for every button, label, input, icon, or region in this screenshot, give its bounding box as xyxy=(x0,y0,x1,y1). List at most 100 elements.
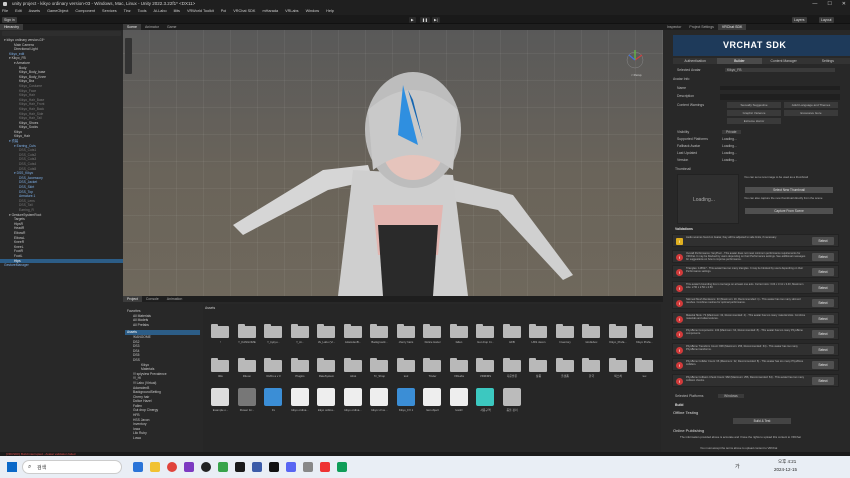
step-button[interactable]: ▶| xyxy=(432,16,440,23)
project-breadcrumb[interactable]: Assets xyxy=(205,306,215,310)
menu-item-9[interactable]: lilits xyxy=(174,8,180,15)
menu-item-5[interactable]: Services xyxy=(102,8,117,15)
pause-button[interactable]: ❚❚ xyxy=(420,16,430,23)
opera-icon[interactable] xyxy=(167,462,177,472)
tab-hierarchy[interactable]: Hierarchy xyxy=(0,24,23,30)
validation-select-button[interactable]: Select xyxy=(812,268,834,276)
folder-icon[interactable] xyxy=(608,358,627,372)
folder-icon[interactable] xyxy=(370,358,388,372)
folder-icon[interactable] xyxy=(502,324,521,338)
sdk-tab-authentication[interactable]: Authentication xyxy=(673,58,718,64)
folder-icon[interactable] xyxy=(317,324,335,338)
sdk-tab-content-manager[interactable]: Content Manager xyxy=(761,58,806,64)
description-input[interactable] xyxy=(720,94,840,100)
discord-icon[interactable] xyxy=(286,462,296,472)
menu-item-0[interactable]: File xyxy=(2,8,8,15)
validation-select-button[interactable]: Select xyxy=(812,252,834,261)
folder-icon[interactable] xyxy=(237,358,256,372)
menu-item-8[interactable]: Ai-Labo xyxy=(154,8,167,15)
folder-icon[interactable] xyxy=(476,324,494,338)
app-icon-red[interactable] xyxy=(320,462,330,472)
tab-project-settings[interactable]: Project Settings xyxy=(685,24,718,30)
asset-icon[interactable] xyxy=(449,388,468,406)
folder-icon[interactable] xyxy=(635,324,653,338)
folder-icon[interactable] xyxy=(264,358,282,372)
folder-icon[interactable] xyxy=(449,324,468,338)
menu-item-4[interactable]: Component xyxy=(75,8,95,15)
folder-icon[interactable] xyxy=(423,358,441,372)
asset-icon[interactable] xyxy=(423,388,441,406)
menu-item-3[interactable]: GameObject xyxy=(47,8,68,15)
folder-icon[interactable] xyxy=(370,324,388,338)
menu-item-10[interactable]: VRWorld Toolkit xyxy=(187,8,214,15)
content-tag-toggle[interactable]: Sexually Suggestive xyxy=(727,102,781,108)
close-button[interactable]: ✕ xyxy=(842,0,846,8)
tab-console[interactable]: Console xyxy=(142,296,163,302)
validation-select-button[interactable]: Select xyxy=(812,237,834,245)
scene-tools-strip[interactable] xyxy=(125,38,132,74)
layers-dropdown[interactable]: Layers xyxy=(792,16,807,23)
asset-icon[interactable] xyxy=(264,388,282,406)
app-icon-green[interactable] xyxy=(218,462,228,472)
file-explorer-icon[interactable] xyxy=(150,462,160,472)
signin-button[interactable]: Sign in xyxy=(2,16,17,23)
folder-icon[interactable] xyxy=(529,324,547,338)
asset-icon[interactable] xyxy=(396,388,415,406)
visibility-dropdown[interactable]: Private xyxy=(722,130,741,134)
selected-platforms-dropdown[interactable]: Windows xyxy=(718,394,744,398)
folder-icon[interactable] xyxy=(449,358,468,372)
windows-start-icon[interactable] xyxy=(7,462,17,472)
asset-icon[interactable] xyxy=(343,388,362,406)
sdk-tab-builder[interactable]: Builder xyxy=(717,58,762,64)
menu-item-1[interactable]: Edit xyxy=(15,8,22,15)
tab-animation[interactable]: Animation xyxy=(163,296,187,302)
persp-label[interactable]: < Persp xyxy=(631,73,641,77)
folder-icon[interactable] xyxy=(237,324,256,338)
folder-icon[interactable] xyxy=(529,358,547,372)
folder-icon[interactable] xyxy=(343,358,362,372)
minimize-button[interactable]: — xyxy=(812,0,817,8)
folder-icon[interactable] xyxy=(290,324,309,338)
selected-avatar-dropdown[interactable]: Kikyo_FB xyxy=(725,68,835,72)
folder-icon[interactable] xyxy=(396,324,415,338)
sdk-tab-settings[interactable]: Settings xyxy=(805,58,850,64)
folder-icon[interactable] xyxy=(608,324,627,338)
folder-icon[interactable] xyxy=(211,358,229,372)
tab-inspector[interactable]: Inspector xyxy=(663,24,685,30)
validation-select-button[interactable]: Select xyxy=(812,361,834,369)
menu-item-13[interactable]: mHarada xyxy=(262,8,278,15)
content-tag-toggle[interactable]: Adult Language and Themes xyxy=(784,102,838,108)
folder-icon[interactable] xyxy=(555,358,574,372)
asset-icon[interactable] xyxy=(237,388,256,406)
language-indicator[interactable]: 가 xyxy=(735,463,740,470)
folder-icon[interactable] xyxy=(343,324,362,338)
folder-icon[interactable] xyxy=(264,324,282,338)
name-input[interactable] xyxy=(720,86,840,90)
app-icon-purple[interactable] xyxy=(184,462,194,472)
menu-item-12[interactable]: VRChat SDK xyxy=(233,8,255,15)
select-thumbnail-button[interactable]: Select New Thumbnail xyxy=(745,187,833,193)
asset-icon[interactable] xyxy=(211,388,229,406)
tab-project[interactable]: Project xyxy=(123,296,142,302)
folder-icon[interactable] xyxy=(423,324,441,338)
menu-item-11[interactable]: Poi xyxy=(221,8,227,15)
taskbar-clock-time[interactable]: 오후 4:21 xyxy=(778,459,796,465)
folder-icon[interactable] xyxy=(396,358,415,372)
asset-icon[interactable] xyxy=(502,388,521,406)
validation-select-button[interactable]: Select xyxy=(812,314,834,323)
app-icon-gray[interactable] xyxy=(303,462,313,472)
menu-item-2[interactable]: Assets xyxy=(29,8,40,15)
folder-icon[interactable] xyxy=(582,358,600,372)
app-icon-teal[interactable] xyxy=(337,462,347,472)
folder-icon[interactable] xyxy=(317,358,335,372)
folder-icon[interactable] xyxy=(582,324,600,338)
folder-icon[interactable] xyxy=(555,324,574,338)
maximize-button[interactable]: ☐ xyxy=(827,0,831,8)
content-tag-toggle[interactable]: Excessive Gore xyxy=(784,110,838,116)
folder-icon[interactable] xyxy=(290,358,309,372)
folder-icon[interactable] xyxy=(635,358,653,372)
tab-vrchat-sdk[interactable]: VRChat SDK xyxy=(717,24,747,30)
menu-item-6[interactable]: Tinz xyxy=(124,8,131,15)
validation-select-button[interactable]: Select xyxy=(812,345,834,354)
unity-hub-icon[interactable] xyxy=(201,462,211,472)
